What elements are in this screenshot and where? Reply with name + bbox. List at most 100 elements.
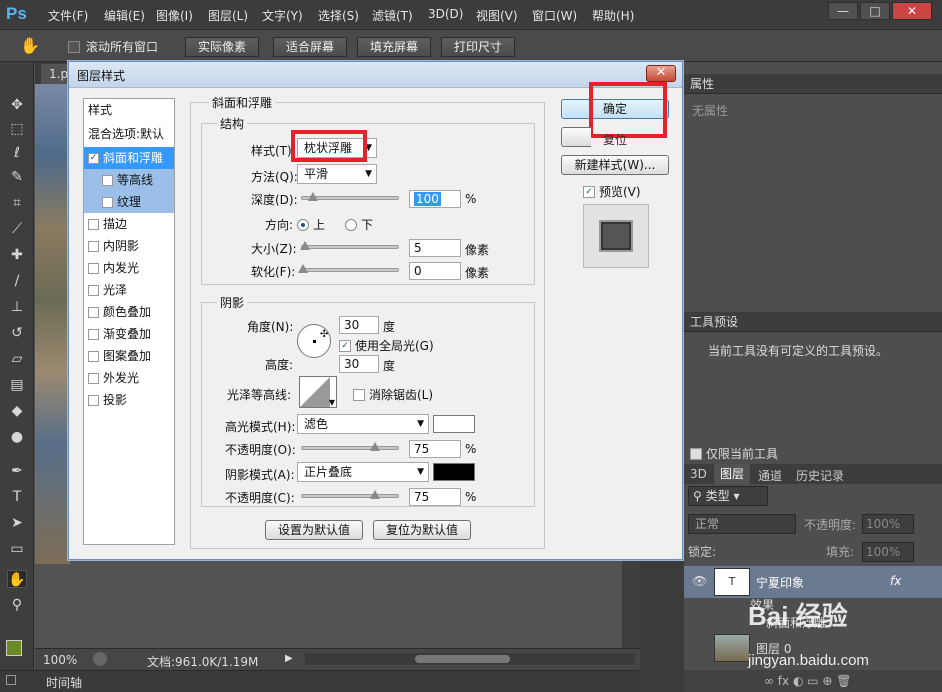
style-item-stroke[interactable]: 描边: [84, 213, 174, 235]
checkbox[interactable]: [88, 373, 99, 384]
angle-dial[interactable]: ✣: [297, 324, 331, 358]
depth-input[interactable]: 100: [409, 190, 461, 208]
zoom-tool-icon[interactable]: ⚲: [7, 596, 27, 614]
style-item-bevel[interactable]: ✓ 斜面和浮雕: [84, 147, 174, 169]
style-item-inner-shadow[interactable]: 内阴影: [84, 235, 174, 257]
menu-3d[interactable]: 3D(D): [428, 7, 463, 21]
angle-input[interactable]: 30: [339, 316, 379, 334]
style-item-color-overlay[interactable]: 颜色叠加: [84, 301, 174, 323]
direction-down-radio[interactable]: [345, 217, 357, 231]
menu-window[interactable]: 窗口(W): [532, 7, 577, 24]
style-item-inner-glow[interactable]: 内发光: [84, 257, 174, 279]
shadow-color-swatch[interactable]: [433, 463, 475, 481]
type-tool-icon[interactable]: T: [7, 488, 27, 506]
checkbox[interactable]: [88, 351, 99, 362]
make-default-button[interactable]: 设置为默认值: [265, 520, 363, 540]
document-canvas-image[interactable]: [35, 84, 70, 564]
menu-type[interactable]: 文字(Y): [262, 7, 303, 24]
timeline-label[interactable]: 时间轴: [46, 674, 82, 691]
hand-tool-icon[interactable]: ✋: [20, 36, 40, 55]
checkbox-checked[interactable]: ✓: [88, 153, 99, 164]
depth-slider[interactable]: [301, 192, 399, 201]
tool-presets-panel-header[interactable]: 工具预设: [684, 312, 942, 332]
menu-layer[interactable]: 图层(L): [208, 7, 248, 24]
antialias-checkbox[interactable]: [353, 387, 365, 401]
style-item-outer-glow[interactable]: 外发光: [84, 367, 174, 389]
highlight-opacity-slider[interactable]: [301, 442, 399, 451]
menu-view[interactable]: 视图(V): [476, 7, 518, 24]
size-input[interactable]: 5: [409, 239, 461, 257]
checkbox[interactable]: [88, 395, 99, 406]
blur-tool-icon[interactable]: ◆: [7, 402, 27, 420]
reset-default-button[interactable]: 复位为默认值: [373, 520, 471, 540]
highlight-color-swatch[interactable]: [433, 415, 475, 433]
dialog-close-button[interactable]: ✕: [646, 65, 676, 82]
minimize-button[interactable]: —: [828, 2, 858, 20]
zoom-level[interactable]: 100%: [43, 653, 77, 667]
altitude-input[interactable]: 30: [339, 355, 379, 373]
soften-slider-thumb[interactable]: [298, 264, 308, 273]
styles-header[interactable]: 样式: [84, 99, 174, 121]
style-item-satin[interactable]: 光泽: [84, 279, 174, 301]
quick-select-tool-icon[interactable]: ✎: [7, 168, 27, 186]
pen-tool-icon[interactable]: ✒: [7, 462, 27, 480]
style-item-texture[interactable]: 纹理: [84, 191, 174, 213]
shadow-opacity-slider[interactable]: [301, 490, 399, 499]
size-slider[interactable]: [300, 241, 399, 250]
fill-screen-button[interactable]: 填充屏幕: [357, 37, 431, 57]
gradient-tool-icon[interactable]: ▤: [7, 376, 27, 394]
lasso-tool-icon[interactable]: ℓ: [7, 144, 27, 162]
tab-history[interactable]: 历史记录: [796, 467, 844, 484]
reset-button-label[interactable]: 复位: [603, 131, 627, 148]
layer-filter-dropdown[interactable]: ⚲ 类型 ▾: [688, 486, 768, 506]
eraser-tool-icon[interactable]: ▱: [7, 350, 27, 368]
shadow-opacity-input[interactable]: 75: [409, 488, 461, 506]
restore-button[interactable]: □: [860, 2, 890, 20]
history-brush-tool-icon[interactable]: ↺: [7, 324, 27, 342]
crop-tool-icon[interactable]: ⌗: [7, 194, 27, 212]
menu-file[interactable]: 文件(F): [48, 7, 88, 24]
checkbox[interactable]: [88, 307, 99, 318]
foreground-color-swatch[interactable]: [6, 640, 22, 656]
healing-tool-icon[interactable]: ✚: [7, 246, 27, 264]
highlight-opacity-input[interactable]: 75: [409, 440, 461, 458]
blend-options-item[interactable]: 混合选项:默认: [84, 123, 174, 145]
reset-button[interactable]: [561, 127, 591, 147]
checkbox[interactable]: [88, 241, 99, 252]
fill-field[interactable]: 100%: [862, 542, 914, 562]
soften-input[interactable]: 0: [409, 262, 461, 280]
checkbox[interactable]: [102, 197, 113, 208]
style-item-pattern-overlay[interactable]: 图案叠加: [84, 345, 174, 367]
eyedropper-tool-icon[interactable]: ⟋: [7, 220, 27, 238]
style-item-contour[interactable]: 等高线: [84, 169, 174, 191]
status-options-icon[interactable]: [93, 652, 107, 666]
checkbox[interactable]: [88, 263, 99, 274]
actual-pixels-button[interactable]: 实际像素: [185, 37, 259, 57]
path-select-tool-icon[interactable]: ➤: [7, 514, 27, 532]
size-slider-thumb[interactable]: [300, 241, 310, 250]
shadow-opacity-thumb[interactable]: [370, 490, 380, 499]
menu-image[interactable]: 图像(I): [156, 7, 193, 24]
tab-layers[interactable]: 图层: [714, 464, 751, 484]
print-size-button[interactable]: 打印尺寸: [441, 37, 515, 57]
checkbox[interactable]: [102, 175, 113, 186]
shape-tool-icon[interactable]: ▭: [7, 540, 27, 558]
soften-slider[interactable]: [298, 264, 399, 273]
blend-mode-dropdown[interactable]: 正常: [688, 514, 796, 534]
checkbox[interactable]: [88, 329, 99, 340]
eye-icon[interactable]: 👁: [692, 574, 707, 588]
menu-edit[interactable]: 编辑(E): [104, 7, 145, 24]
style-item-drop-shadow[interactable]: 投影: [84, 389, 174, 411]
checkbox[interactable]: [88, 219, 99, 230]
scroll-all-checkbox[interactable]: [68, 39, 80, 53]
marquee-tool-icon[interactable]: ⬚: [7, 120, 27, 138]
direction-up-radio[interactable]: [297, 217, 309, 231]
depth-slider-thumb[interactable]: [308, 192, 318, 201]
window-close-button[interactable]: ✕: [892, 2, 932, 20]
brush-tool-icon[interactable]: ∕: [7, 272, 27, 290]
current-tool-only-checkbox[interactable]: [690, 446, 702, 460]
checkbox[interactable]: [88, 285, 99, 296]
menu-help[interactable]: 帮助(H): [592, 7, 634, 24]
tab-channels[interactable]: 通道: [758, 467, 782, 484]
layer-name[interactable]: 宁夏印象: [756, 574, 804, 591]
